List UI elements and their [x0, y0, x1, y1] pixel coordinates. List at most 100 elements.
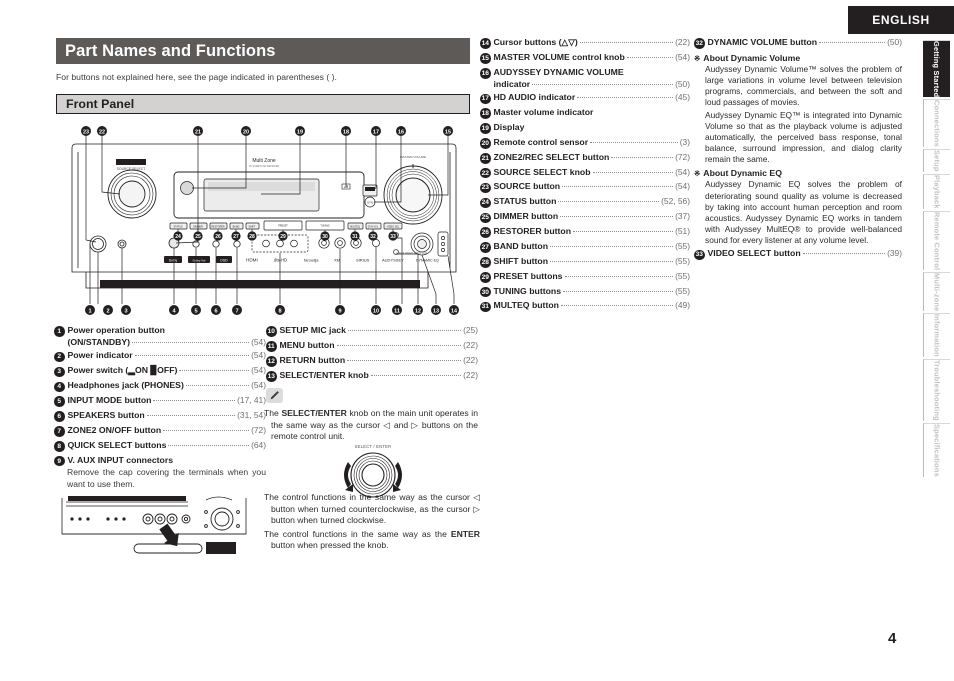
list-item[interactable]: 24 STATUS button (52, 56) — [480, 197, 690, 209]
list-item[interactable]: 31 MULTEQ button (49) — [480, 301, 690, 313]
list-item[interactable]: 27 BAND button (55) — [480, 241, 690, 253]
page-ref[interactable]: (3) — [680, 137, 690, 147]
list-item[interactable]: 11 MENU button (22) — [266, 340, 478, 352]
list-item[interactable]: 1 Power operation button (ON/STANDBY) (5… — [54, 325, 266, 347]
side-tab-connections[interactable]: Connections — [923, 99, 950, 148]
list-item[interactable]: 8 QUICK SELECT buttons (64) — [54, 439, 266, 452]
page-ref[interactable]: (22) — [675, 37, 690, 47]
list-item[interactable]: 33 VIDEO SELECT button (39) — [694, 248, 902, 261]
page-ref[interactable]: (37) — [675, 211, 690, 221]
list-item[interactable]: 10 SETUP MIC jack (25) — [266, 325, 478, 337]
side-tab-setup[interactable]: Setup — [923, 149, 950, 172]
list-item[interactable]: 16 AUDYSSEY DYNAMIC VOLUME indicator (50… — [480, 67, 690, 89]
side-tab-remote-control[interactable]: Remote Control — [923, 210, 950, 270]
svg-text:22: 22 — [99, 129, 105, 135]
page-ref[interactable]: (52, 56) — [661, 197, 690, 206]
svg-text:25: 25 — [195, 234, 201, 240]
list-item[interactable]: 2 Power indicator (54) — [54, 351, 266, 363]
page-ref[interactable]: (54) — [675, 167, 690, 177]
list-item[interactable]: 26 RESTORER button (51) — [480, 226, 690, 238]
side-tab-troubleshooting[interactable]: Troubleshooting — [923, 359, 950, 422]
page-ref[interactable]: (54) — [251, 337, 266, 347]
page-ref[interactable]: (55) — [675, 241, 690, 251]
page-ref[interactable]: (54) — [251, 351, 266, 360]
list-item[interactable]: 7 ZONE2 ON/OFF button (72) — [54, 425, 266, 437]
part-label: HD AUDIO indicator — [493, 92, 576, 103]
list-item[interactable]: 32 DYNAMIC VOLUME button (50) — [694, 37, 902, 49]
svg-text:SHIFT: SHIFT — [249, 225, 256, 228]
svg-text:PRESET: PRESET — [278, 225, 288, 228]
part-label: SELECT/ENTER knob — [279, 369, 369, 380]
list-item[interactable]: 6 SPEAKERS button (31, 54) — [54, 410, 266, 422]
page-ref[interactable]: (49) — [675, 301, 690, 310]
list-item[interactable]: 3 Power switch (▂ON ▉OFF) (54) — [54, 366, 266, 378]
callout-number: 12 — [266, 356, 277, 367]
list-item[interactable]: 18 Master volume indicator — [480, 107, 690, 119]
list-item[interactable]: 14 Cursor buttons (△▽) (22) — [480, 37, 690, 49]
list-item[interactable]: 30 TUNING buttons (55) — [480, 286, 690, 298]
list-item[interactable]: 5 INPUT MODE button (17, 41) — [54, 395, 266, 407]
callout-number: 32 — [694, 38, 705, 49]
page-ref[interactable]: (54) — [675, 182, 690, 191]
side-tab-getting-started[interactable]: Getting Started — [923, 40, 950, 98]
vaux-note: Remove the cap covering the terminals wh… — [67, 467, 266, 489]
part-label: QUICK SELECT buttons — [67, 439, 167, 450]
svg-text:20: 20 — [243, 129, 249, 135]
callout-number: 16 — [480, 68, 491, 79]
callout-number: 27 — [480, 242, 491, 253]
page-number: 4 — [888, 630, 897, 647]
svg-text:16: 16 — [398, 129, 404, 135]
page-ref[interactable]: (39) — [887, 249, 902, 258]
list-item[interactable]: 23 SOURCE button (54) — [480, 182, 690, 194]
callout-number: 25 — [480, 212, 491, 224]
list-item[interactable]: 25 DIMMER button (37) — [480, 211, 690, 224]
side-tab-playback[interactable]: Playback — [923, 173, 950, 209]
leader-dots — [560, 216, 674, 218]
side-tab-specifications[interactable]: Specifications — [923, 423, 950, 477]
svg-text:33: 33 — [390, 234, 396, 240]
list-item[interactable]: 29 PRESET buttons (55) — [480, 270, 690, 283]
side-tab-information[interactable]: Information — [923, 313, 950, 358]
page-ref[interactable]: (17, 41) — [237, 395, 266, 405]
list-item[interactable]: 21 ZONE2/REC SELECT button (72) — [480, 152, 690, 164]
part-label: VIDEO SELECT button — [707, 248, 801, 259]
page-ref[interactable]: (50) — [887, 37, 902, 47]
svg-text:9: 9 — [338, 308, 341, 314]
list-item[interactable]: 13 SELECT/ENTER knob (22) — [266, 369, 478, 382]
page-ref[interactable]: (45) — [675, 92, 690, 102]
page-ref[interactable]: (72) — [675, 152, 690, 162]
callout-number: 18 — [480, 108, 491, 119]
part-label: Cursor buttons (△▽) — [493, 37, 578, 47]
page-ref[interactable]: (22) — [463, 355, 478, 365]
list-item[interactable]: 17 HD AUDIO indicator (45) — [480, 92, 690, 105]
page-ref[interactable]: (25) — [463, 325, 478, 335]
list-item[interactable]: 15 MASTER VOLUME control knob (54) — [480, 52, 690, 64]
callout-number: 26 — [480, 227, 491, 238]
leader-dots — [347, 330, 462, 331]
page-ref[interactable]: (54) — [251, 366, 266, 375]
page-ref[interactable]: (54) — [675, 52, 690, 62]
list-item[interactable]: 28 SHIFT button (55) — [480, 256, 690, 268]
list-item[interactable]: 9 V. AUX INPUT connectors — [54, 455, 266, 467]
callout-number: 24 — [480, 197, 491, 209]
part-label: INPUT MODE button — [67, 395, 152, 406]
page-ref[interactable]: (55) — [675, 271, 690, 281]
page-ref[interactable]: (50) — [675, 79, 690, 89]
side-tab-multi-zone[interactable]: Multi-zone — [923, 271, 950, 312]
page-ref[interactable]: (51) — [675, 226, 690, 236]
callout-number: 4 — [54, 381, 65, 393]
page-ref[interactable]: (31, 54) — [237, 410, 266, 420]
page-ref[interactable]: (55) — [675, 256, 690, 266]
page-ref[interactable]: (54) — [251, 380, 266, 390]
list-item[interactable]: 4 Headphones jack (PHONES) (54) — [54, 380, 266, 393]
list-item[interactable]: 19 Display — [480, 122, 690, 134]
list-item[interactable]: 22 SOURCE SELECT knob (54) — [480, 167, 690, 179]
list-item[interactable]: 12 RETURN button (22) — [266, 355, 478, 367]
page-ref[interactable]: (22) — [463, 370, 478, 380]
page-ref[interactable]: (55) — [675, 286, 690, 296]
list-item[interactable]: 20 Remote control sensor (3) — [480, 137, 690, 149]
part-label: PRESET buttons — [493, 270, 563, 281]
knob-behavior-notes: The control functions in the same way as… — [264, 492, 480, 554]
side-tab-strip: Getting Started Connections Setup Playba… — [923, 40, 950, 477]
page-ref[interactable]: (22) — [463, 340, 478, 350]
